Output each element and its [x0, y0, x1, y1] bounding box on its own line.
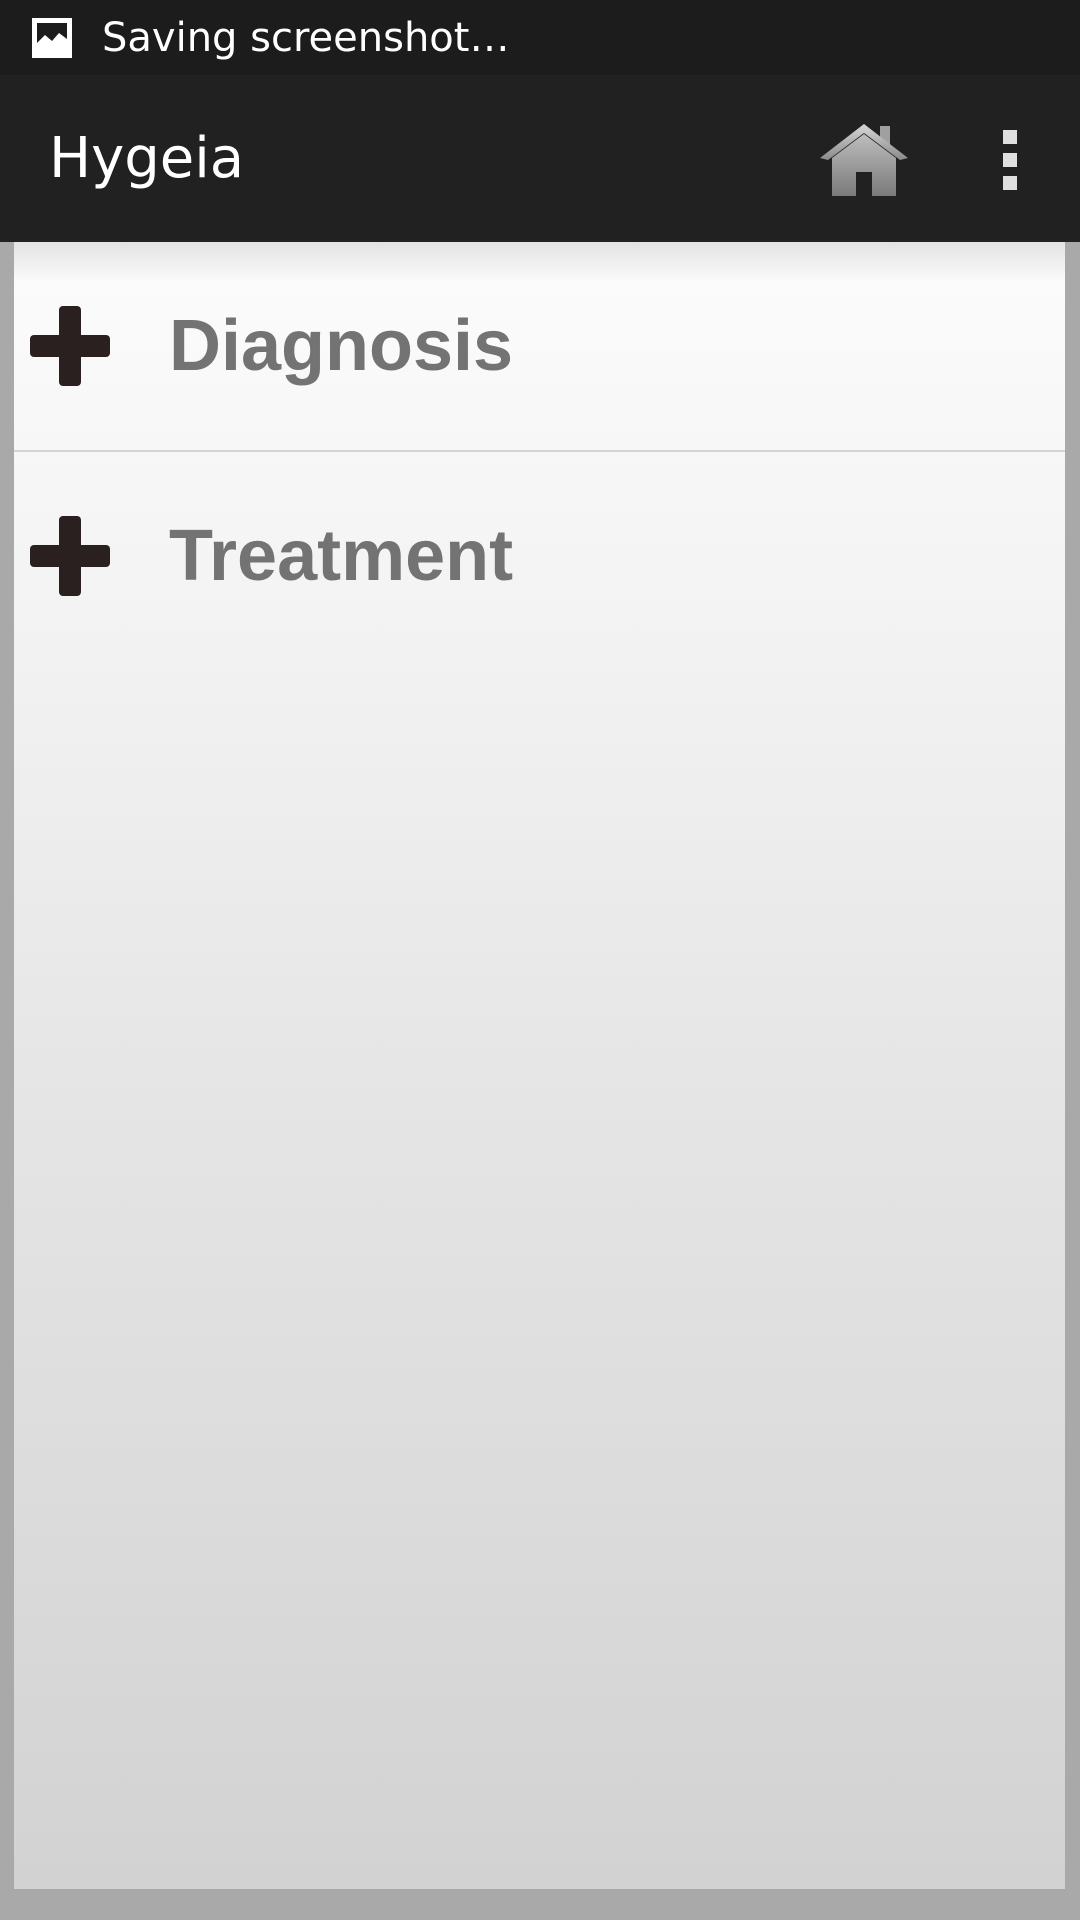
status-bar: Saving screenshot… [0, 0, 1080, 75]
overflow-menu-dot [1003, 176, 1017, 190]
list-item-treatment[interactable]: Treatment [14, 452, 1065, 660]
plus-icon [30, 516, 110, 596]
overflow-menu-dot [1003, 153, 1017, 167]
overflow-menu-icon [1003, 130, 1017, 144]
app-title: Hygeia [49, 126, 245, 191]
screenshot-image-icon [32, 17, 72, 58]
home-icon [820, 124, 908, 196]
list-item-diagnosis[interactable]: Diagnosis [14, 242, 1065, 452]
status-notification-text: Saving screenshot… [102, 14, 510, 61]
list-item-label: Treatment [169, 516, 514, 596]
app-bar: Hygeia [0, 75, 1080, 242]
overflow-menu-button[interactable] [990, 120, 1030, 200]
plus-icon [30, 306, 110, 386]
home-button[interactable] [810, 115, 918, 205]
content-panel: Diagnosis Treatment [14, 242, 1065, 1889]
list-item-label: Diagnosis [169, 306, 514, 386]
